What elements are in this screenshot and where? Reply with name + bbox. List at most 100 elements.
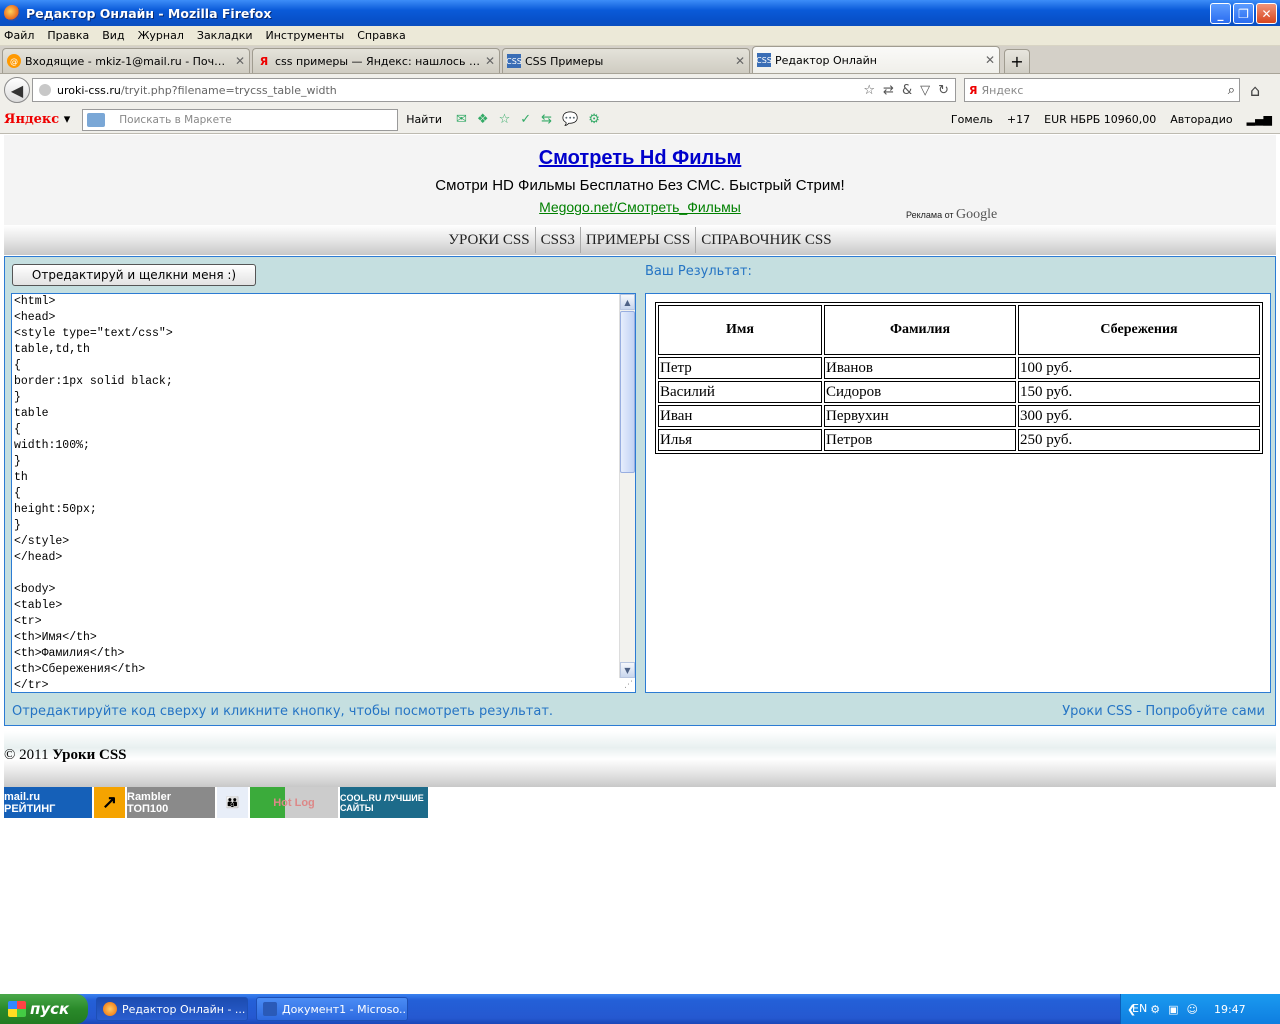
- mailru-rating-badge[interactable]: mail.ru РЕЙТИНГ: [4, 787, 92, 818]
- favorites-star-icon[interactable]: ☆: [499, 112, 511, 127]
- nav-css-examples[interactable]: ПРИМЕРЫ CSS: [581, 227, 697, 253]
- tab-label: css примеры — Яндекс: нашлось 4 млн ...: [275, 54, 481, 68]
- tab-label: Входящие - mkiz-1@mail.ru - Почта Mail..…: [25, 54, 231, 68]
- mail-at-icon: @: [7, 54, 21, 68]
- tray-display-icon[interactable]: ▣: [1168, 1003, 1178, 1016]
- menu-edit[interactable]: Правка: [47, 29, 89, 42]
- taskbar-firefox[interactable]: Редактор Онлайн - ...: [96, 997, 248, 1021]
- header-cell: Фамилия: [824, 305, 1016, 355]
- people-counter-badge[interactable]: 👪: [217, 787, 248, 818]
- table-cell: Первухин: [824, 405, 1016, 427]
- run-button[interactable]: Отредактируй и щелкни меня :): [12, 264, 256, 286]
- find-button[interactable]: Найти: [406, 113, 442, 126]
- nav-css-lessons[interactable]: УРОКИ CSS: [443, 227, 536, 253]
- yandex-icon: Я: [259, 54, 269, 68]
- taskbar-word[interactable]: Документ1 - Microso...: [256, 997, 408, 1021]
- language-indicator[interactable]: EN: [1132, 1002, 1147, 1015]
- yandex-logo[interactable]: Яндекс ▾: [4, 112, 70, 127]
- menu-history[interactable]: Журнал: [138, 29, 184, 42]
- menu-bookmarks[interactable]: Закладки: [197, 29, 253, 42]
- reload-icon[interactable]: ↻: [938, 83, 949, 98]
- search-icon[interactable]: ⌕: [1228, 83, 1235, 98]
- currency-rate[interactable]: EUR НБРБ 10960,00: [1044, 113, 1156, 126]
- copyright-site-name: Уроки CSS: [52, 747, 127, 763]
- search-placeholder: Яндекс: [981, 83, 1024, 97]
- mail-envelope-icon[interactable]: ✉: [456, 112, 467, 127]
- menu-tools[interactable]: Инструменты: [266, 29, 345, 42]
- code-textarea[interactable]: <html> <head> <style type="text/css"> ta…: [11, 293, 636, 693]
- tray-network-icon[interactable]: ⚙: [1150, 1003, 1160, 1016]
- maximize-button[interactable]: ❐: [1233, 3, 1254, 24]
- bookmark-star-icon[interactable]: ☆: [863, 83, 875, 98]
- table-cell: Василий: [658, 381, 822, 403]
- radio-station[interactable]: Авторадио: [1170, 113, 1232, 126]
- start-button[interactable]: пуск: [0, 994, 88, 1024]
- home-icon[interactable]: ⌂: [1250, 81, 1260, 100]
- tab-mail[interactable]: @ Входящие - mkiz-1@mail.ru - Почта Mail…: [2, 48, 250, 73]
- minimize-button[interactable]: _: [1210, 3, 1231, 24]
- editor-footer-link[interactable]: Уроки CSS - Попробуйте сами: [1062, 704, 1265, 719]
- arrow-counter-badge[interactable]: ↗: [94, 787, 125, 818]
- rambler-top100-badge[interactable]: Rambler ТОП100: [127, 787, 215, 818]
- back-button[interactable]: ◀: [4, 77, 30, 103]
- signal-bars-icon: ▂▄▆: [1246, 113, 1272, 126]
- coolru-badge[interactable]: COOL.RU ЛУЧШИЕ САЙТЫ: [340, 787, 428, 818]
- tray-frog-icon[interactable]: ☺: [1187, 1003, 1198, 1016]
- windows-taskbar: пуск Редактор Онлайн - ... Документ1 - M…: [0, 994, 1280, 1024]
- code-text[interactable]: <html> <head> <style type="text/css"> ta…: [14, 294, 173, 692]
- tab-bar: @ Входящие - mkiz-1@mail.ru - Почта Mail…: [0, 46, 1280, 74]
- bookmarks-icon[interactable]: ❖: [477, 112, 489, 127]
- nav-css-reference[interactable]: СПРАВОЧНИК CSS: [696, 227, 836, 253]
- new-tab-button[interactable]: +: [1004, 49, 1030, 73]
- task-label: Редактор Онлайн - ...: [122, 1002, 246, 1016]
- close-tab-icon[interactable]: ✕: [985, 53, 995, 67]
- counter-badges: mail.ru РЕЙТИНГ ↗ Rambler ТОП100 👪 Hot L…: [4, 787, 428, 818]
- result-label: Ваш Результат:: [645, 264, 752, 279]
- dropdown-arrow-icon[interactable]: ▽: [920, 83, 930, 98]
- ampersand-icon[interactable]: &: [902, 83, 912, 98]
- translate-icon[interactable]: ⇄: [883, 83, 894, 98]
- yandex-engine-icon[interactable]: Я: [969, 84, 977, 97]
- search-box[interactable]: Я Яндекс ⌕: [964, 78, 1240, 102]
- hotlog-badge[interactable]: Hot Log: [250, 787, 338, 818]
- weather-temp[interactable]: +17: [1007, 113, 1030, 126]
- scroll-up-icon[interactable]: ▲: [620, 294, 635, 310]
- clock[interactable]: 19:47: [1214, 1003, 1246, 1016]
- header-cell: Сбережения: [1018, 305, 1260, 355]
- code-scrollbar[interactable]: ▲ ▼: [619, 294, 635, 678]
- scroll-down-icon[interactable]: ▼: [620, 662, 635, 678]
- tab-online-editor[interactable]: CSS Редактор Онлайн ✕: [752, 46, 1000, 73]
- table-row: Василий Сидоров 150 руб.: [658, 381, 1260, 403]
- navigation-bar: ◀ uroki-css.ru /tryit.php?filename=trycs…: [0, 74, 1280, 106]
- menu-help[interactable]: Справка: [357, 29, 405, 42]
- nav-css3[interactable]: CSS3: [536, 227, 581, 253]
- css-icon: CSS: [506, 54, 522, 68]
- table-header-row: Имя Фамилия Сбережения: [658, 305, 1260, 355]
- close-tab-icon[interactable]: ✕: [485, 54, 495, 68]
- yandex-toolbar: Яндекс ▾ Поискать в Маркете Найти ✉ ❖ ☆ …: [0, 106, 1280, 134]
- close-tab-icon[interactable]: ✕: [735, 54, 745, 68]
- scroll-thumb[interactable]: [620, 311, 635, 473]
- tab-css-examples[interactable]: CSS CSS Примеры ✕: [502, 48, 750, 73]
- close-window-button[interactable]: ✕: [1256, 3, 1277, 24]
- close-tab-icon[interactable]: ✕: [235, 54, 245, 68]
- window-titlebar: Редактор Онлайн - Mozilla Firefox _ ❐ ✕: [0, 0, 1280, 26]
- ads-by-google[interactable]: Реклама от Google: [906, 207, 997, 223]
- gear-icon[interactable]: ⚙: [588, 112, 600, 127]
- menu-file[interactable]: Файл: [4, 29, 34, 42]
- chat-bubble-icon[interactable]: 💬: [562, 112, 578, 127]
- tab-yandex-search[interactable]: Я css примеры — Яндекс: нашлось 4 млн ..…: [252, 48, 500, 73]
- spellcheck-icon[interactable]: ✓: [520, 112, 531, 127]
- market-search-input[interactable]: Поискать в Маркете: [82, 108, 399, 131]
- ad-url-link[interactable]: Megogo.net/Смотреть_Фильмы: [4, 199, 1276, 215]
- weather-city[interactable]: Гомель: [951, 113, 993, 126]
- table-cell: Илья: [658, 429, 822, 451]
- url-path: /tryit.php?filename=trycss_table_width: [120, 83, 337, 97]
- menu-view[interactable]: Вид: [102, 29, 124, 42]
- address-bar[interactable]: uroki-css.ru /tryit.php?filename=trycss_…: [32, 78, 956, 102]
- translate-page-icon[interactable]: ⇆: [541, 112, 552, 127]
- resize-grip-icon[interactable]: ⋰: [624, 680, 633, 690]
- header-cell: Имя: [658, 305, 822, 355]
- ad-title-link[interactable]: Смотреть Hd Фильм: [4, 147, 1276, 170]
- task-label: Документ1 - Microso...: [282, 1002, 408, 1016]
